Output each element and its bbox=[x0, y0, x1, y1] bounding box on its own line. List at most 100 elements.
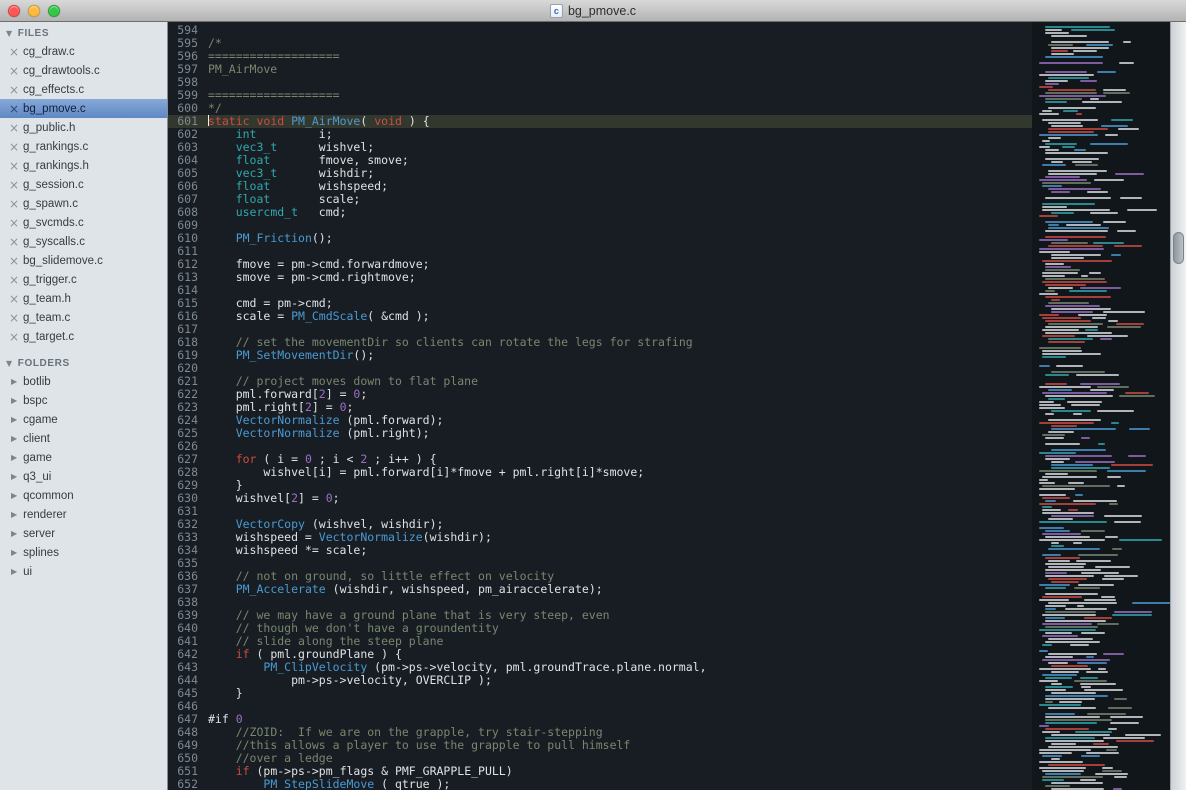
code-token: ] = bbox=[326, 387, 354, 401]
sidebar-file-bg_pmove.c[interactable]: ×bg_pmove.c bbox=[0, 99, 167, 118]
sidebar-folder-splines[interactable]: ▶splines bbox=[0, 543, 167, 562]
sidebar-folder-renderer[interactable]: ▶renderer bbox=[0, 505, 167, 524]
code-line-645[interactable]: 645 } bbox=[168, 687, 1032, 700]
sidebar-file-cg_drawtools.c[interactable]: ×cg_drawtools.c bbox=[0, 61, 167, 80]
minimap-code-mark bbox=[1039, 521, 1107, 523]
close-file-icon[interactable]: × bbox=[9, 84, 18, 96]
folder-disclosure-icon[interactable]: ▶ bbox=[11, 529, 17, 538]
code-line-644[interactable]: 644 pm->ps->velocity, OVERCLIP ); bbox=[168, 674, 1032, 687]
folder-disclosure-icon[interactable]: ▶ bbox=[11, 472, 17, 481]
sidebar-file-cg_draw.c[interactable]: ×cg_draw.c bbox=[0, 42, 167, 61]
code-line-597[interactable]: 597PM_AirMove bbox=[168, 63, 1032, 76]
scrollbar-thumb[interactable] bbox=[1173, 232, 1184, 264]
folder-disclosure-icon[interactable]: ▶ bbox=[11, 396, 17, 405]
close-file-icon[interactable]: × bbox=[9, 141, 18, 153]
minimap-code-mark bbox=[1104, 575, 1137, 577]
sidebar-file-cg_effects.c[interactable]: ×cg_effects.c bbox=[0, 80, 167, 99]
folder-disclosure-icon[interactable]: ▶ bbox=[11, 548, 17, 557]
code-line-646[interactable]: 646 bbox=[168, 700, 1032, 713]
zoom-window-button[interactable] bbox=[48, 5, 60, 17]
sidebar-folder-qcommon[interactable]: ▶qcommon bbox=[0, 486, 167, 505]
close-file-icon[interactable]: × bbox=[9, 331, 18, 343]
sidebar-folder-cgame[interactable]: ▶cgame bbox=[0, 410, 167, 429]
sidebar-folder-game[interactable]: ▶game bbox=[0, 448, 167, 467]
code-line-594[interactable]: 594 bbox=[168, 24, 1032, 37]
minimap-code-mark bbox=[1045, 395, 1113, 397]
code-line-596[interactable]: 596=================== bbox=[168, 50, 1032, 63]
code-line-628[interactable]: 628 wishvel[i] = pml.forward[i]*fmove + … bbox=[168, 466, 1032, 479]
code-token: PM_Accelerate bbox=[236, 582, 326, 596]
sidebar-folder-ui[interactable]: ▶ui bbox=[0, 562, 167, 581]
sidebar-file-g_spawn.c[interactable]: ×g_spawn.c bbox=[0, 194, 167, 213]
folder-disclosure-icon[interactable]: ▶ bbox=[11, 453, 17, 462]
sidebar-file-g_syscalls.c[interactable]: ×g_syscalls.c bbox=[0, 232, 167, 251]
code-line-616[interactable]: 616 scale = PM_CmdScale( &cmd ); bbox=[168, 310, 1032, 323]
code-line-619[interactable]: 619 PM_SetMovementDir(); bbox=[168, 349, 1032, 362]
sidebar-file-g_target.c[interactable]: ×g_target.c bbox=[0, 327, 167, 346]
titlebar[interactable]: c bg_pmove.c bbox=[0, 0, 1186, 22]
close-file-icon[interactable]: × bbox=[9, 236, 18, 248]
disclosure-down-icon[interactable]: ▼ bbox=[6, 29, 13, 38]
close-file-icon[interactable]: × bbox=[9, 46, 18, 58]
code-editor[interactable]: 594595/*596===================597PM_AirM… bbox=[168, 22, 1032, 790]
document-proxy-icon[interactable]: c bbox=[550, 4, 563, 18]
code-token bbox=[208, 517, 236, 531]
minimize-window-button[interactable] bbox=[28, 5, 40, 17]
minimap[interactable] bbox=[1032, 22, 1170, 790]
minimap-code-mark bbox=[1042, 260, 1112, 262]
folder-disclosure-icon[interactable]: ▶ bbox=[11, 491, 17, 500]
close-file-icon[interactable]: × bbox=[9, 198, 18, 210]
sidebar-file-g_public.h[interactable]: ×g_public.h bbox=[0, 118, 167, 137]
sidebar-file-g_team.h[interactable]: ×g_team.h bbox=[0, 289, 167, 308]
code-line-625[interactable]: 625 VectorNormalize (pml.right); bbox=[168, 427, 1032, 440]
minimap-code-mark bbox=[1039, 680, 1058, 682]
close-file-icon[interactable]: × bbox=[9, 293, 18, 305]
sidebar-file-g_rankings.h[interactable]: ×g_rankings.h bbox=[0, 156, 167, 175]
sidebar-folder-q3_ui[interactable]: ▶q3_ui bbox=[0, 467, 167, 486]
folder-disclosure-icon[interactable]: ▶ bbox=[11, 415, 17, 424]
minimap-code-mark bbox=[1119, 539, 1162, 541]
sidebar-file-g_session.c[interactable]: ×g_session.c bbox=[0, 175, 167, 194]
close-file-icon[interactable]: × bbox=[9, 217, 18, 229]
minimap-code-mark bbox=[1042, 281, 1107, 283]
minimap-code-mark bbox=[1039, 239, 1068, 241]
close-file-icon[interactable]: × bbox=[9, 255, 18, 267]
sidebar-file-g_rankings.c[interactable]: ×g_rankings.c bbox=[0, 137, 167, 156]
sidebar-file-g_trigger.c[interactable]: ×g_trigger.c bbox=[0, 270, 167, 289]
sidebar-file-g_team.c[interactable]: ×g_team.c bbox=[0, 308, 167, 327]
code-line-634[interactable]: 634 wishspeed *= scale; bbox=[168, 544, 1032, 557]
code-line-599[interactable]: 599=================== bbox=[168, 89, 1032, 102]
close-file-icon[interactable]: × bbox=[9, 312, 18, 324]
minimap-code-mark bbox=[1042, 182, 1091, 184]
folder-disclosure-icon[interactable]: ▶ bbox=[11, 567, 17, 576]
folders-section-header[interactable]: ▼ FOLDERS bbox=[0, 354, 167, 372]
folder-disclosure-icon[interactable]: ▶ bbox=[11, 377, 17, 386]
vertical-scrollbar[interactable] bbox=[1170, 22, 1186, 790]
close-file-icon[interactable]: × bbox=[9, 274, 18, 286]
close-window-button[interactable] bbox=[8, 5, 20, 17]
code-line-652[interactable]: 652 PM_StepSlideMove ( qtrue ); bbox=[168, 778, 1032, 790]
close-file-icon[interactable]: × bbox=[9, 160, 18, 172]
code-line-637[interactable]: 637 PM_Accelerate (wishdir, wishspeed, p… bbox=[168, 583, 1032, 596]
minimap-code-mark bbox=[1048, 122, 1081, 124]
code-line-610[interactable]: 610 PM_Friction(); bbox=[168, 232, 1032, 245]
minimap-code-mark bbox=[1045, 716, 1100, 718]
close-file-icon[interactable]: × bbox=[9, 103, 18, 115]
minimap-code-mark bbox=[1117, 230, 1135, 232]
folder-disclosure-icon[interactable]: ▶ bbox=[11, 510, 17, 519]
sidebar-folder-server[interactable]: ▶server bbox=[0, 524, 167, 543]
sidebar-file-bg_slidemove.c[interactable]: ×bg_slidemove.c bbox=[0, 251, 167, 270]
code-line-630[interactable]: 630 wishvel[2] = 0; bbox=[168, 492, 1032, 505]
sidebar-folder-bspc[interactable]: ▶bspc bbox=[0, 391, 167, 410]
close-file-icon[interactable]: × bbox=[9, 179, 18, 191]
disclosure-down-icon[interactable]: ▼ bbox=[6, 359, 13, 368]
close-file-icon[interactable]: × bbox=[9, 122, 18, 134]
sidebar-file-g_svcmds.c[interactable]: ×g_svcmds.c bbox=[0, 213, 167, 232]
code-line-613[interactable]: 613 smove = pm->cmd.rightmove; bbox=[168, 271, 1032, 284]
folder-disclosure-icon[interactable]: ▶ bbox=[11, 434, 17, 443]
files-section-header[interactable]: ▼ FILES bbox=[0, 24, 167, 42]
code-line-608[interactable]: 608 usercmd_t cmd; bbox=[168, 206, 1032, 219]
close-file-icon[interactable]: × bbox=[9, 65, 18, 77]
sidebar-folder-client[interactable]: ▶client bbox=[0, 429, 167, 448]
sidebar-folder-botlib[interactable]: ▶botlib bbox=[0, 372, 167, 391]
